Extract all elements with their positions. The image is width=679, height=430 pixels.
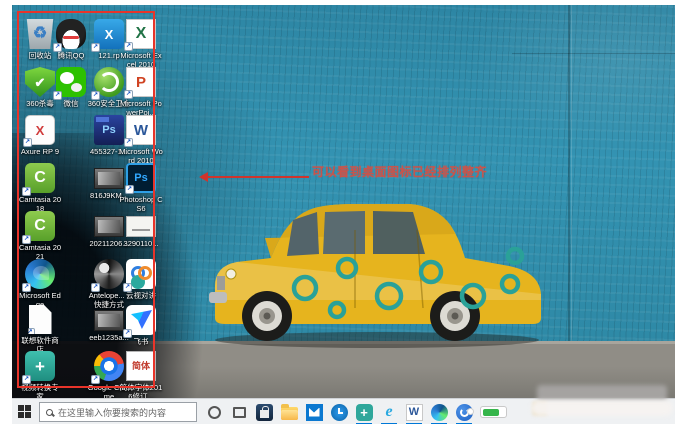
- taskbar-alarms-clock[interactable]: [327, 399, 351, 424]
- taskbar-mail[interactable]: [302, 399, 326, 424]
- windows-logo-icon: [25, 405, 31, 411]
- microsoft-store-icon: [256, 404, 273, 421]
- taskbar-video-converter-expert[interactable]: +: [352, 399, 376, 424]
- mail-icon: [306, 404, 323, 421]
- taskbar-microsoft-word[interactable]: W: [402, 399, 426, 424]
- search-placeholder: 在这里输入你要搜索的内容: [58, 406, 166, 419]
- windows-desktop-screenshot: ♻回收站↗腾讯QQX↗121.rpX↗Microsoft Excel 2010✔…: [12, 5, 675, 424]
- wall-seam-highlight: [571, 5, 572, 343]
- taskbar-cortana-button[interactable]: [202, 399, 226, 424]
- windows-logo-icon: [18, 412, 24, 418]
- search-icon: [46, 409, 53, 416]
- task-view-button-icon: [233, 407, 246, 418]
- cortana-button-icon: [208, 406, 221, 419]
- watermark-blur-bottom: [531, 400, 673, 416]
- wall-seam-horizontal: [512, 53, 675, 54]
- alarms-clock-icon: [331, 404, 348, 421]
- taskbar-microsoft-edge[interactable]: [427, 399, 451, 424]
- annotation-highlight-box: [17, 11, 155, 388]
- windows-logo-icon: [25, 412, 31, 418]
- watermark-blur-top: [537, 385, 667, 401]
- taskbar-search-box[interactable]: 在这里输入你要搜索的内容: [39, 402, 197, 422]
- taskbar-microsoft-store[interactable]: [252, 399, 276, 424]
- annotation-text: 可以看到桌面图标已经排列整齐: [312, 163, 487, 180]
- battery-indicator[interactable]: [480, 406, 507, 418]
- desktop[interactable]: ♻回收站↗腾讯QQX↗121.rpX↗Microsoft Excel 2010✔…: [12, 5, 675, 398]
- video-converter-expert-icon: +: [356, 404, 373, 421]
- microsoft-word-icon: W: [406, 404, 423, 421]
- page: ♻回收站↗腾讯QQX↗121.rpX↗Microsoft Excel 2010✔…: [0, 0, 679, 430]
- microsoft-edge-icon: [431, 404, 448, 421]
- taskbar-file-explorer[interactable]: [277, 399, 301, 424]
- taskbar-task-view-button[interactable]: [227, 399, 251, 424]
- tray-dot-icon[interactable]: [467, 408, 474, 415]
- yellow-car-image: [205, 168, 553, 352]
- windows-logo-icon: [18, 405, 24, 411]
- start-button[interactable]: [18, 405, 34, 419]
- taskbar-icons: + eW: [202, 399, 476, 424]
- wall-seam: [568, 5, 570, 343]
- annotation-arrow: [203, 176, 309, 178]
- taskbar-internet-explorer[interactable]: e: [377, 399, 401, 424]
- internet-explorer-icon: e: [381, 404, 398, 421]
- file-explorer-icon: [281, 407, 298, 420]
